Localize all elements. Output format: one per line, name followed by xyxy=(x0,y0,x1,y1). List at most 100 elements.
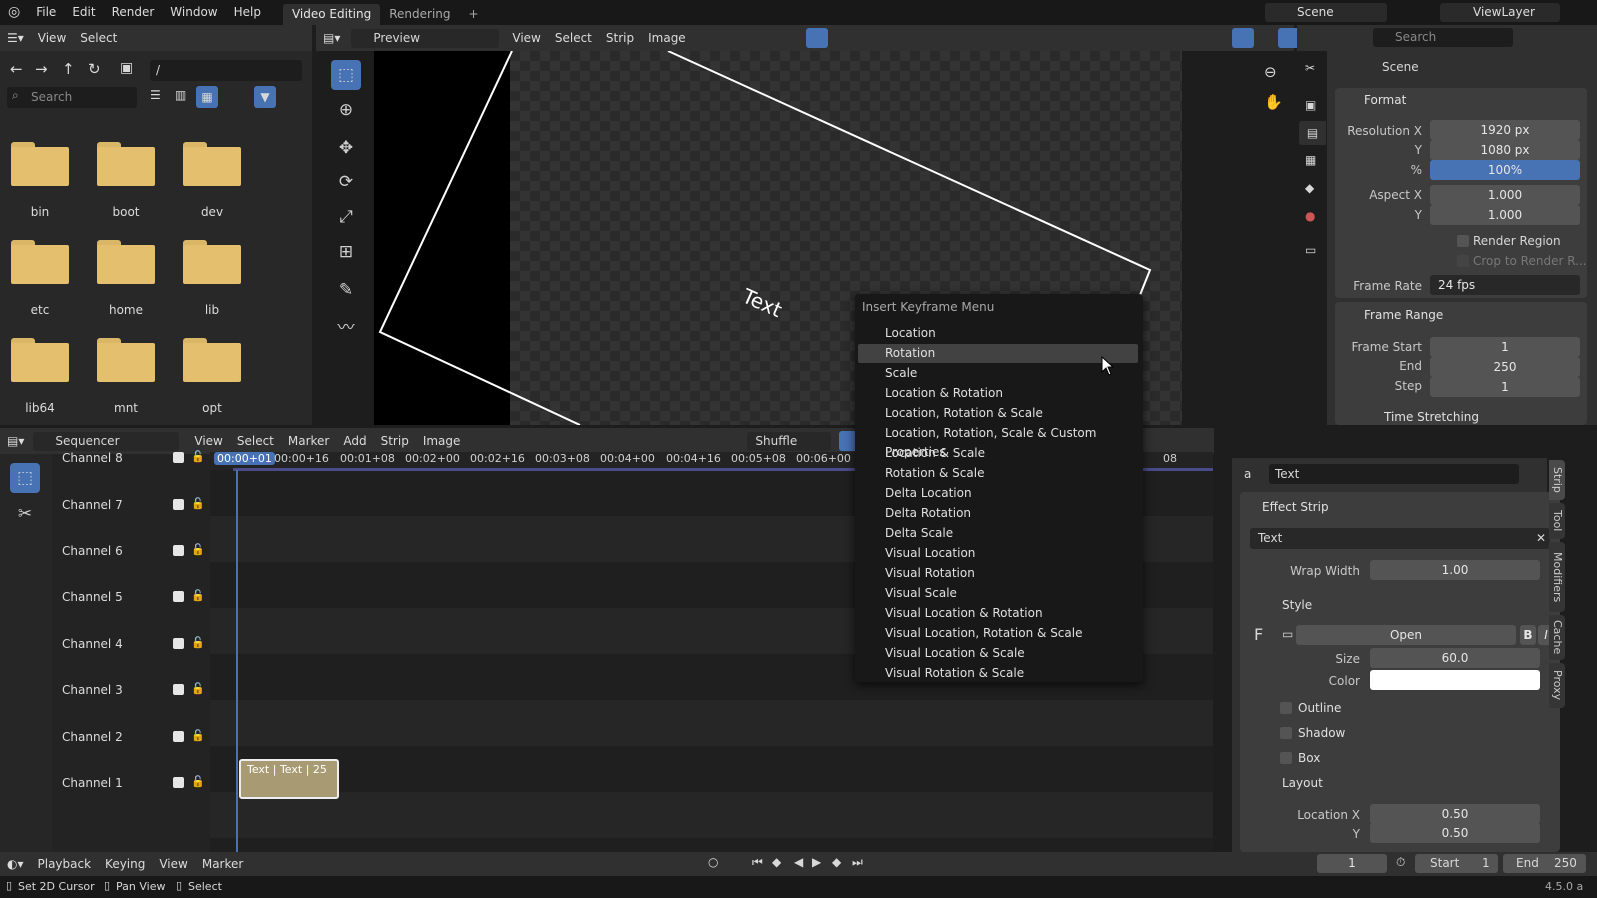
menu-item[interactable]: Location xyxy=(858,324,1138,343)
style-section[interactable]: Style xyxy=(1282,598,1312,612)
pan-hand-icon[interactable]: ✋ xyxy=(1264,93,1283,111)
channel-lock-icon[interactable]: 🔓 xyxy=(191,775,205,788)
jump-end-icon[interactable]: ⏭ xyxy=(852,855,863,870)
res-y-field[interactable]: 1080 px xyxy=(1430,140,1580,160)
seq-menu-select[interactable]: Select xyxy=(230,434,281,448)
display-thumbnails-icon[interactable]: ▦ xyxy=(196,86,218,108)
new-folder-icon[interactable]: ▣ xyxy=(120,60,133,76)
crop-checkbox[interactable] xyxy=(1457,255,1469,267)
playhead[interactable] xyxy=(236,470,238,854)
seq-menu-image[interactable]: Image xyxy=(416,434,468,448)
seq-select-tool-icon[interactable]: ⬚ xyxy=(10,463,40,493)
time-stretching-section[interactable]: Time Stretching xyxy=(1384,410,1479,424)
timeline-menu-keying[interactable]: Keying xyxy=(98,857,152,871)
menu-item[interactable]: Location & Rotation xyxy=(858,384,1138,403)
frame-rate-dropdown[interactable]: 24 fps xyxy=(1430,275,1580,295)
refresh-icon[interactable]: ↻ xyxy=(88,60,101,78)
channel-lock-icon[interactable]: 🔓 xyxy=(191,543,205,556)
filter-icon[interactable]: ▼ xyxy=(254,86,276,108)
current-frame-field[interactable]: 1 xyxy=(1317,854,1387,873)
menu-file[interactable]: File xyxy=(28,0,64,25)
folder-icon[interactable] xyxy=(11,142,69,186)
channel-label[interactable]: Channel 3 xyxy=(62,683,123,697)
menu-item[interactable]: Visual Location xyxy=(858,544,1138,563)
folder-icon[interactable] xyxy=(97,240,155,284)
folder-icon[interactable] xyxy=(11,240,69,284)
channel-mute-checkbox[interactable] xyxy=(173,684,184,695)
frame-range-section-header[interactable]: Frame Range xyxy=(1364,308,1443,322)
channel-label[interactable]: Channel 5 xyxy=(62,590,123,604)
sidebar-tab-proxy[interactable]: Proxy xyxy=(1549,663,1565,708)
font-open-button[interactable]: Open xyxy=(1296,625,1516,645)
folder-icon[interactable] xyxy=(183,338,241,382)
editor-type-icon[interactable]: ▤▾ xyxy=(0,434,31,448)
frame-end-field[interactable]: 250 xyxy=(1430,357,1580,377)
annotate-tool-icon[interactable]: 〰 xyxy=(331,310,361,340)
display-list-icon[interactable]: ☰ xyxy=(150,88,161,102)
layout-section[interactable]: Layout xyxy=(1282,776,1323,790)
jump-start-icon[interactable]: ⏮ xyxy=(752,855,763,870)
channel-mute-checkbox[interactable] xyxy=(173,591,184,602)
sidebar-tab-tool[interactable]: Tool xyxy=(1549,503,1565,539)
menu-item[interactable]: Location, Rotation, Scale & Custom Prope… xyxy=(858,424,1138,459)
snap-toggle-icon[interactable] xyxy=(806,28,828,48)
overlap-mode-dropdown[interactable]: Shuffle xyxy=(747,431,832,451)
output-tab-icon[interactable]: ▤ xyxy=(1299,121,1326,145)
sample-tool-icon[interactable]: ✎ xyxy=(331,275,361,305)
location-x-field[interactable]: 0.50 xyxy=(1370,804,1540,824)
menu-item[interactable]: Visual Rotation & Scale xyxy=(858,664,1138,683)
path-field[interactable]: / xyxy=(150,60,302,81)
resolution-percentage-field[interactable]: 100% xyxy=(1430,160,1580,180)
play-icon[interactable]: ▶ xyxy=(812,855,821,869)
move-tool-icon[interactable]: ✥ xyxy=(331,133,361,163)
fb-menu-select[interactable]: Select xyxy=(73,31,124,45)
scene-tab-icon[interactable]: ◆ xyxy=(1305,181,1314,195)
folder-icon[interactable] xyxy=(183,240,241,284)
rotate-tool-icon[interactable]: ⟳ xyxy=(331,167,361,197)
channel-mute-checkbox[interactable] xyxy=(173,545,184,556)
menu-item[interactable]: Delta Scale xyxy=(858,524,1138,543)
parent-dir-icon[interactable]: ↑ xyxy=(62,60,75,78)
menu-item[interactable]: Visual Location & Scale xyxy=(858,644,1138,663)
tab-rendering[interactable]: Rendering xyxy=(380,4,459,25)
stopwatch-icon[interactable]: ⏱ xyxy=(1396,855,1405,870)
font-size-field[interactable]: 60.0 xyxy=(1370,648,1540,668)
frame-start-field[interactable]: 1 xyxy=(1430,337,1580,357)
seq-menu-strip[interactable]: Strip xyxy=(374,434,416,448)
shadow-checkbox[interactable] xyxy=(1280,727,1292,739)
channel-lock-icon[interactable]: 🔓 xyxy=(191,497,205,510)
zoom-icon[interactable]: ⊖ xyxy=(1264,63,1277,81)
auto-keying-icon[interactable]: ○ xyxy=(708,855,718,869)
sidebar-tab-strip[interactable]: Strip xyxy=(1549,460,1565,500)
sidebar-tab-cache[interactable]: Cache xyxy=(1549,615,1565,660)
channel-mute-checkbox[interactable] xyxy=(173,499,184,510)
menu-item[interactable]: Rotation xyxy=(858,344,1138,363)
seq-menu-add[interactable]: Add xyxy=(336,434,373,448)
menu-item[interactable]: Location, Rotation & Scale xyxy=(858,404,1138,423)
channel-lock-icon[interactable]: 🔓 xyxy=(191,589,205,602)
blender-logo-icon[interactable]: ◎ xyxy=(0,0,28,25)
channel-label[interactable]: Channel 4 xyxy=(62,637,123,651)
clear-text-icon[interactable]: ✕ xyxy=(1536,531,1546,545)
view-layer-tab-icon[interactable]: ▦ xyxy=(1305,153,1316,167)
tab-video-editing[interactable]: Video Editing xyxy=(282,3,381,25)
channel-label[interactable]: Channel 2 xyxy=(62,730,123,744)
box-section[interactable]: Box xyxy=(1298,751,1320,765)
add-workspace-button[interactable]: + xyxy=(460,4,488,25)
preview-menu-image[interactable]: Image xyxy=(641,31,693,45)
channel-lock-icon[interactable]: 🔓 xyxy=(191,636,205,649)
location-y-field[interactable]: 0.50 xyxy=(1370,823,1540,843)
menu-item[interactable]: Visual Scale xyxy=(858,584,1138,603)
display-columns-icon[interactable]: ▥ xyxy=(175,88,186,102)
blade-tool-icon[interactable]: ✂ xyxy=(10,499,40,529)
menu-item[interactable]: Visual Rotation xyxy=(858,564,1138,583)
menu-render[interactable]: Render xyxy=(104,0,163,25)
channel-label[interactable]: Channel 8 xyxy=(62,451,123,465)
timeline-editor-icon[interactable]: ◐▾ xyxy=(0,857,31,871)
menu-item[interactable]: Delta Location xyxy=(858,484,1138,503)
shadow-section[interactable]: Shadow xyxy=(1298,726,1345,740)
folder-icon[interactable] xyxy=(97,142,155,186)
preview-menu-select[interactable]: Select xyxy=(548,31,599,45)
sidebar-tab-modifiers[interactable]: Modifiers xyxy=(1549,542,1565,612)
outline-checkbox[interactable] xyxy=(1280,702,1292,714)
